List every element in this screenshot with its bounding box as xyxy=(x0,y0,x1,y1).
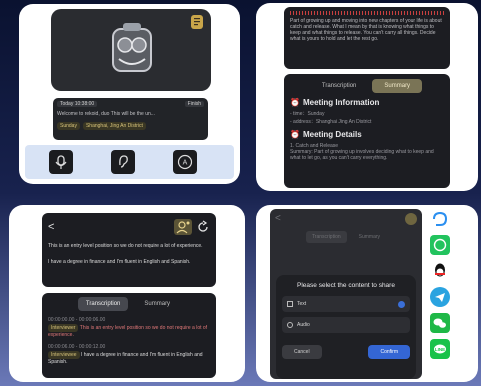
preview-text: Part of growing up and moving into new c… xyxy=(290,18,442,42)
ear-icon xyxy=(119,155,128,168)
chip-location: Shanghai, Jing An District xyxy=(82,122,146,130)
refresh-icon xyxy=(198,220,208,232)
text-icon xyxy=(287,301,293,307)
time-line: - time：Sunday xyxy=(290,111,325,117)
segment-1-time: 00:00:00.00 - 00:00:06.00 xyxy=(48,317,106,323)
line2-text: I have a degree in finance and I'm fluen… xyxy=(48,259,191,265)
speaker-button[interactable] xyxy=(174,219,192,235)
panel-summary: Part of growing up and moving into new c… xyxy=(256,3,478,191)
chip-day: Sunday xyxy=(57,122,80,130)
panel-transcription: < This is an entry level position so we … xyxy=(9,205,245,382)
note-button[interactable] xyxy=(191,15,203,29)
chat-header-panel: < This is an entry level position so we … xyxy=(42,213,216,287)
tab-bar: Transcription Summary xyxy=(290,79,444,93)
back-icon[interactable]: < xyxy=(275,213,281,224)
transcript-preview: Part of growing up and moving into new c… xyxy=(284,7,450,69)
tab-bar: Transcription Summary xyxy=(48,297,210,311)
cancel-button[interactable]: Cancel xyxy=(282,345,322,359)
segment-1: Interviewer This is an entry level posit… xyxy=(48,324,210,338)
tab-transcription[interactable]: Transcription xyxy=(77,297,129,311)
meeting-info-heading: Meeting Information xyxy=(302,98,380,107)
option-text-row[interactable]: Text xyxy=(282,296,410,312)
tab-bar: Transcription Summary xyxy=(270,231,422,243)
address-line: - address：Shanghai Jing An District xyxy=(290,119,372,125)
segment-2-time: 00:00:06.00 - 00:00:12.00 xyxy=(48,344,106,350)
tab-transcription[interactable]: Transcription xyxy=(312,79,366,93)
checkbox-checked-icon[interactable] xyxy=(398,300,405,308)
summary-panel: Transcription Summary ⏰ Meeting Informat… xyxy=(284,74,450,188)
speaker-icon xyxy=(176,221,190,234)
option-text-label: Text xyxy=(297,301,307,307)
recorder-device-image xyxy=(109,21,155,77)
recording-card[interactable]: Today 10:38:00 Finish Welcome to rekoid,… xyxy=(53,98,208,140)
panel-share: < Transcription Summary Please select th… xyxy=(256,205,478,382)
transcription-panel: Transcription Summary 00:00:00.00 - 00:0… xyxy=(42,293,216,378)
waveform xyxy=(290,11,444,15)
translate-button[interactable]: A xyxy=(173,150,197,174)
option-audio-label: Audio xyxy=(297,322,310,328)
speaker-tag-interviewee[interactable]: Interviewee xyxy=(48,351,80,359)
tab-summary[interactable]: Summary xyxy=(353,231,386,243)
translate-icon: A xyxy=(177,154,193,170)
finish-badge: Finish xyxy=(184,101,204,107)
alarm-clock-icon: ⏰ xyxy=(290,130,300,139)
ear-button[interactable] xyxy=(111,150,135,174)
device-image-area xyxy=(51,9,211,91)
meeting-details-heading: Meeting Details xyxy=(302,130,362,139)
line-icon[interactable]: LINE xyxy=(430,339,450,359)
speaker-tag-interviewer[interactable]: Interviewer xyxy=(48,324,79,332)
dialog-title: Please select the content to share xyxy=(297,282,395,289)
confirm-button[interactable]: Confirm xyxy=(368,345,410,359)
microphone-icon xyxy=(55,155,67,169)
share-dialog: Please select the content to share Text … xyxy=(276,275,416,379)
alarm-clock-icon: ⏰ xyxy=(290,98,300,107)
tab-summary[interactable]: Summary xyxy=(372,79,423,93)
svg-text:A: A xyxy=(183,160,188,167)
option-audio-row[interactable]: Audio xyxy=(282,317,410,333)
speaker-icon[interactable] xyxy=(405,213,417,225)
panel-recorder: Today 10:38:00 Finish Welcome to rekoid,… xyxy=(19,4,240,184)
detail-text: Summary: Part of growing up involves dec… xyxy=(290,149,434,161)
refresh-button[interactable] xyxy=(196,220,210,234)
svg-text:LINE: LINE xyxy=(435,347,445,352)
share-apps-column: LINE xyxy=(430,209,450,359)
segment-2: Interviewee I have a degree in finance a… xyxy=(48,351,210,365)
line1-text: This is an entry level position so we do… xyxy=(48,243,203,249)
audio-icon xyxy=(287,322,293,328)
tab-summary[interactable]: Summary xyxy=(134,297,180,311)
welcome-text: Welcome to rekoid, duo This will be the … xyxy=(57,111,155,117)
telegram-icon[interactable] xyxy=(430,287,450,307)
qq-icon[interactable] xyxy=(430,261,450,281)
dingtalk-icon[interactable] xyxy=(430,209,450,229)
back-icon[interactable]: < xyxy=(48,221,54,233)
microphone-button[interactable] xyxy=(49,150,73,174)
whatsapp-icon[interactable] xyxy=(430,235,450,255)
action-bar: A xyxy=(25,145,234,179)
tab-transcription[interactable]: Transcription xyxy=(305,231,347,243)
date-badge: Today 10:38:00 xyxy=(57,101,98,107)
share-screen: < Transcription Summary Please select th… xyxy=(270,209,422,379)
wechat-icon[interactable] xyxy=(430,313,450,333)
